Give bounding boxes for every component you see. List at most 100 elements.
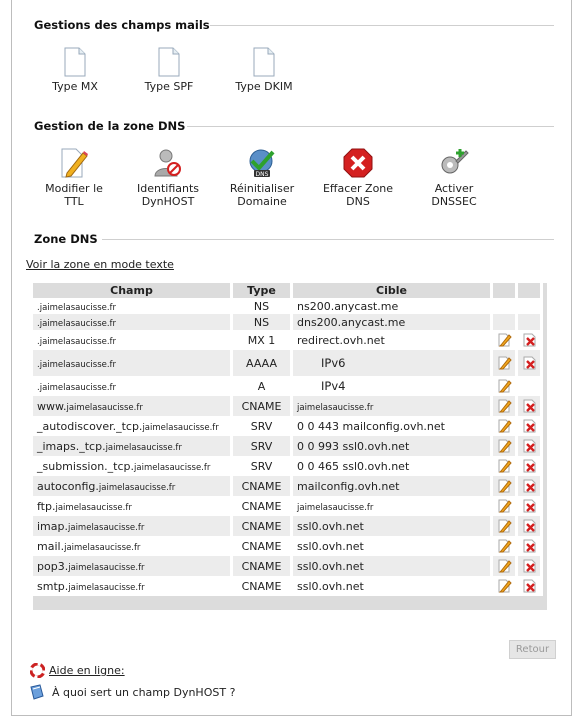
cell-type: AAAA [230,350,292,376]
view-zone-text-link[interactable]: Voir la zone en mode texte [26,258,174,271]
cell-cible: ssl0.ovh.net [290,516,492,536]
edit-pencil-icon[interactable] [498,439,512,453]
champ-prefix: _autodiscover._tcp. [37,419,143,433]
cible-value: 0 0 993 ssl0.ovh.net [297,439,410,453]
cible-value: 0 0 465 ssl0.ovh.net [297,459,410,473]
cell-edit [490,298,517,314]
tile-label: Type MX [52,80,98,93]
tile-label-line1: Modifier le [45,182,103,195]
champ-domain: jaimelasaucisse.fr [55,502,132,513]
tile-type-dkim[interactable]: Type DKIM [226,47,302,93]
cell-spacer [540,376,547,396]
table-row: mail.jaimelasaucisse.fr CNAME ssl0.ovh.net [30,536,547,556]
section-divider [187,126,554,127]
champ-domain: .jaimelasaucisse.fr [37,359,117,370]
cell-champ: smtp.jaimelasaucisse.fr [30,576,232,596]
edit-pencil-icon[interactable] [498,356,512,370]
section-title-dns-zone-mgmt: Gestion de la zone DNS [34,119,186,133]
cell-champ: ftp.jaimelasaucisse.fr [30,496,232,516]
edit-pencil-icon[interactable] [498,459,512,473]
delete-x-icon[interactable] [523,499,537,513]
cell-type: CNAME [230,476,292,496]
champ-prefix: smtp. [37,579,69,593]
table-row: www.jaimelasaucisse.fr CNAME jaimelasaucis… [30,396,547,416]
edit-pencil-icon[interactable] [498,499,512,513]
tile-label: Type SPF [144,80,194,93]
tile-type-spf[interactable]: Type SPF [134,47,204,93]
tile-delete-dns-zone[interactable]: Effacer Zone DNS [318,147,398,208]
cell-spacer [540,576,547,596]
tile-dynhost-credentials[interactable]: Identifiants DynHOST [130,147,206,208]
tile-reset-domain[interactable]: DNS Réinitialiser Domaine [224,147,300,208]
cell-cible: ssl0.ovh.net [290,556,492,576]
edit-pencil-icon[interactable] [498,479,512,493]
column-header-cible: Cible [290,283,492,298]
dns-zone-table: Champ Type Cible .jaimelasaucisse.fr NS ns… [30,283,547,610]
edit-pencil-icon[interactable] [498,519,512,533]
cell-champ: .jaimelasaucisse.fr [30,376,232,396]
cell-type: SRV [230,456,292,476]
cell-type: CNAME [230,576,292,596]
document-icon [158,47,180,77]
edit-pencil-icon[interactable] [498,559,512,573]
edit-pencil-icon[interactable] [498,579,512,593]
edit-pencil-icon[interactable] [498,379,512,393]
champ-domain: jaimelasaucisse.fr [68,522,145,533]
table-row: autoconfig.jaimelasaucisse.fr CNAME mailco… [30,476,547,496]
tile-type-mx[interactable]: Type MX [40,47,110,93]
cell-edit [490,330,517,350]
champ-prefix: mail. [37,539,65,553]
delete-x-icon[interactable] [523,439,537,453]
cell-champ: _autodiscover._tcp.jaimelasaucisse.fr [30,416,232,436]
delete-x-icon[interactable] [523,539,537,553]
cible-value: ssl0.ovh.net [297,579,364,593]
delete-x-icon[interactable] [523,559,537,573]
edit-pencil-icon[interactable] [498,419,512,433]
delete-x-icon[interactable] [523,419,537,433]
dynhost-help-text[interactable]: À quoi sert un champ DynHOST ? [52,686,235,699]
section-title-mail-fields: Gestions des champs mails [34,18,210,32]
edit-pencil-icon[interactable] [498,333,512,347]
cell-spacer [540,416,547,436]
cell-cible: 0 0 993 ssl0.ovh.net [290,436,492,456]
delete-x-icon[interactable] [523,519,537,533]
champ-prefix: ftp. [37,499,56,513]
cell-edit [490,314,517,330]
cell-type: CNAME [230,536,292,556]
cell-edit [490,476,517,496]
champ-domain: jaimelasaucisse.fr [98,482,176,493]
tile-label-line1: Réinitialiser [229,182,295,195]
table-row: .jaimelasaucisse.fr NS ns200.anycast.me [30,298,547,314]
retour-button[interactable]: Retour [509,640,556,659]
cell-champ: pop3.jaimelasaucisse.fr [30,556,232,576]
online-help-link[interactable]: Aide en ligne: [49,664,125,677]
cell-cible: redirect.ovh.net [290,330,492,350]
delete-x-icon[interactable] [523,459,537,473]
table-row: .jaimelasaucisse.fr A IPv4 [30,376,547,396]
cell-cible: ns200.anycast.me [290,298,492,314]
key-plus-icon [441,149,469,174]
red-x-icon [343,148,373,178]
lifebuoy-icon [30,663,45,678]
cell-delete [515,314,542,330]
cell-edit [490,556,517,576]
tile-modify-ttl[interactable]: Modifier le TTL [36,147,112,208]
cell-type: CNAME [230,556,292,576]
delete-x-icon[interactable] [523,579,537,593]
cell-cible: 0 0 465 ssl0.ovh.net [290,456,492,476]
cell-edit [490,516,517,536]
edit-pencil-icon[interactable] [498,399,512,413]
delete-x-icon[interactable] [523,333,537,347]
delete-x-icon[interactable] [523,399,537,413]
cell-spacer [540,456,547,476]
delete-x-icon[interactable] [523,479,537,493]
table-header-row: Champ Type Cible [30,283,547,298]
cell-delete [515,496,542,516]
cell-type: CNAME [230,516,292,536]
table-row: .jaimelasaucisse.fr MX 1 redirect.ovh.net [30,330,547,350]
edit-pencil-icon[interactable] [498,539,512,553]
tile-activate-dnssec[interactable]: Activer DNSSEC [416,147,492,208]
delete-x-icon[interactable] [523,356,537,370]
cible-value: mailconfig.ovh.net [297,479,400,493]
cell-edit [490,416,517,436]
